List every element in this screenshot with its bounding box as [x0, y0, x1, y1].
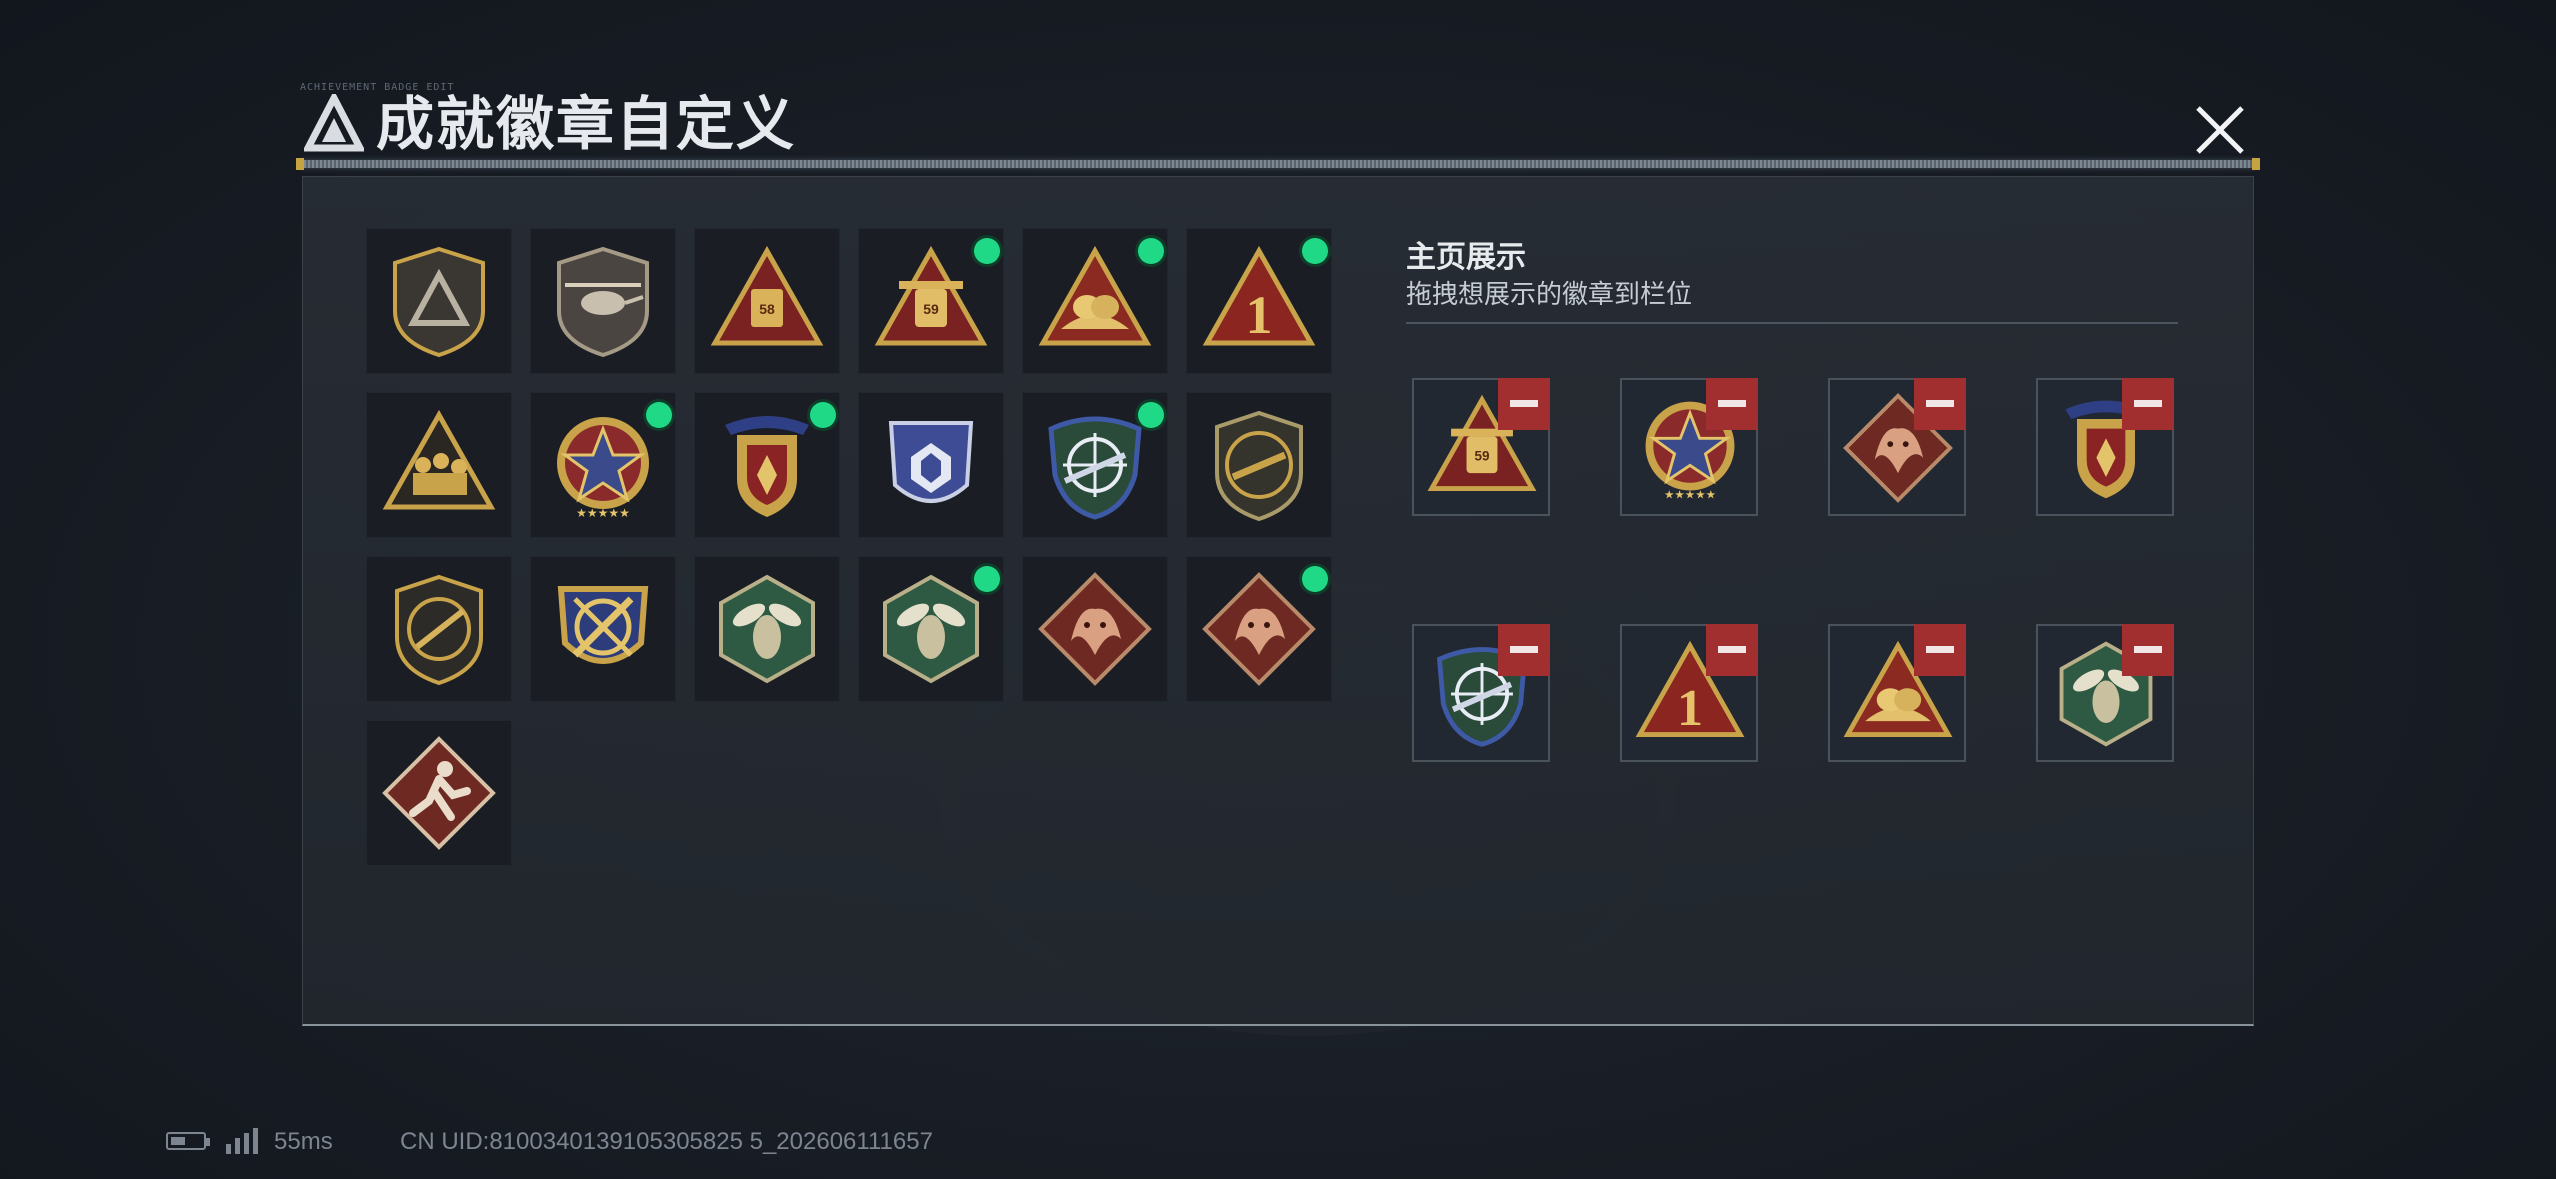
- badge-cell[interactable]: [858, 392, 1004, 538]
- badge-cell[interactable]: [1022, 228, 1168, 374]
- badge-cell[interactable]: [530, 228, 676, 374]
- badge-cell[interactable]: 58: [694, 228, 840, 374]
- badge-cell[interactable]: [858, 556, 1004, 702]
- hornet-hexagon-icon: [719, 574, 815, 684]
- uid-text: CN UID:8100340139105305825 5_20260611165…: [400, 1128, 933, 1155]
- showcase-slot[interactable]: [1828, 624, 1966, 762]
- minus-icon: [1510, 400, 1538, 407]
- showcase-slot[interactable]: [2036, 624, 2174, 762]
- signal-icon: [226, 1128, 258, 1154]
- triangle-helmet-icon: [1038, 245, 1152, 346]
- showcase-slot[interactable]: [2036, 378, 2174, 516]
- remove-badge-button[interactable]: [2122, 624, 2174, 676]
- badge-cell[interactable]: [1186, 392, 1332, 538]
- svg-text:59: 59: [1474, 449, 1490, 464]
- minus-icon: [1926, 400, 1954, 407]
- badge-cell[interactable]: [694, 392, 840, 538]
- triangle-58-box-icon: 58: [710, 245, 824, 346]
- rifle-shield-icon: [1215, 410, 1303, 522]
- remove-badge-button[interactable]: [2122, 378, 2174, 430]
- badge-cell[interactable]: [366, 392, 512, 538]
- minus-icon: [2134, 400, 2162, 407]
- close-icon[interactable]: [2190, 100, 2250, 160]
- showcase-slot[interactable]: [1412, 624, 1550, 762]
- remove-badge-button[interactable]: [1914, 624, 1966, 676]
- ping-text: 55ms: [274, 1128, 333, 1155]
- badge-cell[interactable]: [366, 720, 512, 866]
- dragon-diamond-icon: [1202, 572, 1316, 686]
- new-indicator-dot: [1302, 566, 1328, 592]
- triangle-number-1-icon: 1: [1202, 245, 1316, 346]
- knife-shield-icon: [395, 574, 483, 686]
- badge-cell[interactable]: [694, 556, 840, 702]
- svg-text:1: 1: [1677, 679, 1703, 737]
- showcase-slot[interactable]: 59: [1412, 378, 1550, 516]
- new-indicator-dot: [1302, 238, 1328, 264]
- badge-cell[interactable]: [1022, 556, 1168, 702]
- showcase-title: 主页展示: [1406, 241, 1526, 274]
- remove-badge-button[interactable]: [1914, 378, 1966, 430]
- showcase-subtitle: 拖拽想展示的徽章到栏位: [1406, 279, 1693, 309]
- header-divider-cap: [2252, 158, 2260, 170]
- svg-text:59: 59: [923, 301, 939, 317]
- badge-cell[interactable]: [366, 556, 512, 702]
- remove-badge-button[interactable]: [1706, 624, 1758, 676]
- minus-icon: [1510, 646, 1538, 653]
- crosshair-rifle-shield-icon: [1048, 416, 1142, 520]
- page-title: 成就徽章自定义: [376, 92, 797, 157]
- minus-icon: [1926, 646, 1954, 653]
- badge-cell[interactable]: [1022, 392, 1168, 538]
- crossed-blades-shield-icon: [557, 586, 649, 664]
- new-indicator-dot: [974, 238, 1000, 264]
- new-indicator-dot: [646, 402, 672, 428]
- minus-icon: [1718, 400, 1746, 407]
- header-divider-cap: [296, 158, 304, 170]
- badge-cell[interactable]: [530, 556, 676, 702]
- svg-text:★★★★★: ★★★★★: [576, 506, 630, 520]
- minus-icon: [2134, 646, 2162, 653]
- shield-delta-logo-icon: [393, 246, 485, 358]
- badge-cell[interactable]: 1: [1186, 228, 1332, 374]
- delta-logo-icon: [304, 94, 364, 152]
- battery-icon: [166, 1132, 210, 1150]
- showcase-slot[interactable]: ★★★★★: [1620, 378, 1758, 516]
- remove-badge-button[interactable]: [1498, 624, 1550, 676]
- svg-text:58: 58: [759, 301, 775, 317]
- triangle-59-tank-icon: 59: [874, 245, 988, 346]
- remove-badge-button[interactable]: [1498, 378, 1550, 430]
- header-divider: [300, 160, 2256, 168]
- badge-cell[interactable]: ★★★★★: [530, 392, 676, 538]
- new-indicator-dot: [810, 402, 836, 428]
- new-indicator-dot: [1138, 238, 1164, 264]
- showcase-divider: [1406, 322, 2178, 324]
- star-medal-icon: ★★★★★: [557, 417, 649, 520]
- hornet-hexagon-icon: [883, 574, 979, 684]
- badge-cell[interactable]: [366, 228, 512, 374]
- rank-shield-medal-icon: [725, 416, 809, 517]
- minus-icon: [1718, 646, 1746, 653]
- remove-badge-button[interactable]: [1706, 378, 1758, 430]
- showcase-slot[interactable]: 1: [1620, 624, 1758, 762]
- blue-crest-icon: [888, 421, 974, 503]
- triangle-soldiers-icon: [382, 409, 496, 510]
- dragon-diamond-icon: [1038, 572, 1152, 686]
- runner-diamond-icon: [382, 736, 496, 850]
- badge-cell[interactable]: 59: [858, 228, 1004, 374]
- svg-text:1: 1: [1246, 285, 1273, 345]
- new-indicator-dot: [974, 566, 1000, 592]
- svg-text:★★★★★: ★★★★★: [1664, 487, 1716, 501]
- helicopter-shield-icon: [557, 246, 649, 358]
- new-indicator-dot: [1138, 402, 1164, 428]
- badge-cell[interactable]: [1186, 556, 1332, 702]
- showcase-slot[interactable]: [1828, 378, 1966, 516]
